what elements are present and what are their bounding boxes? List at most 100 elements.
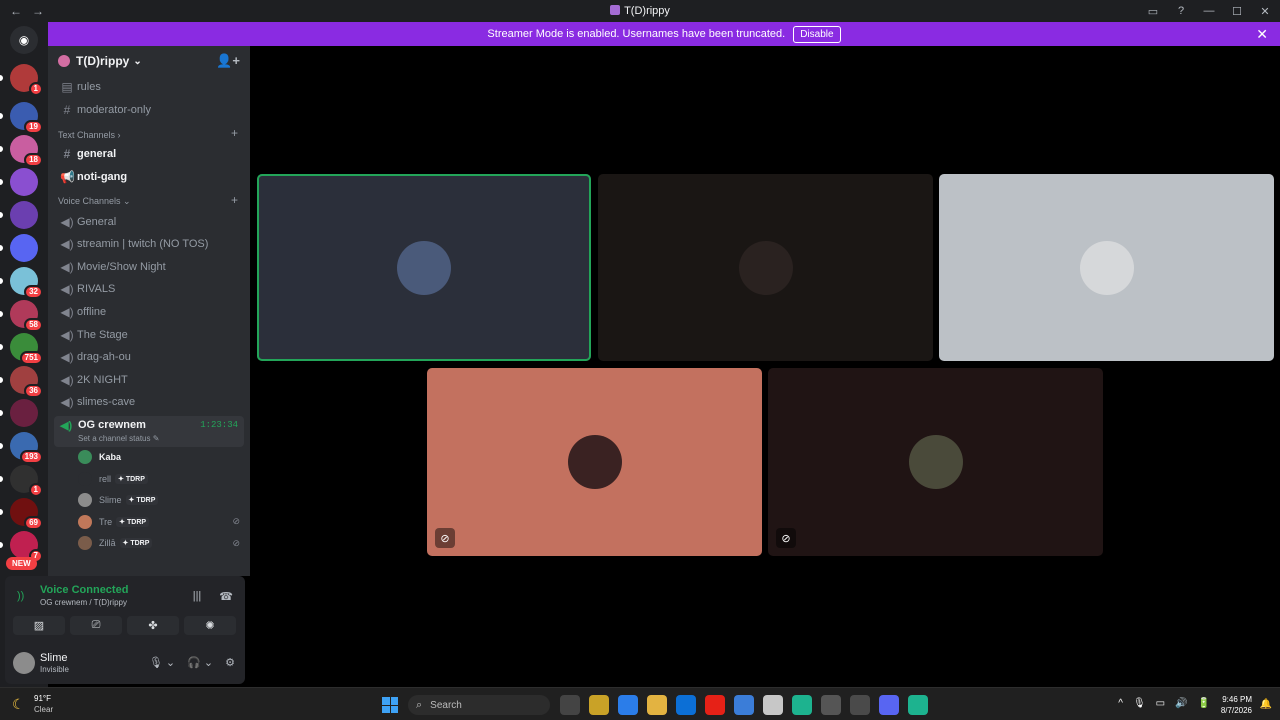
windows-start-icon[interactable] [382,697,398,713]
username[interactable]: Slime [40,652,68,664]
voice-connected-label[interactable]: Voice Connected [40,584,128,596]
taskbar-app-icon[interactable] [763,695,783,715]
minimize-button[interactable]: — [1202,5,1216,17]
taskbar-app-icon[interactable] [560,695,580,715]
signal-icon: )) [17,590,25,602]
noise-suppression-icon[interactable]: ||| [193,590,202,603]
clock[interactable]: 9:46 PM 8/7/2026 [1221,694,1252,716]
camera-button[interactable]: ▨ [13,616,65,635]
taskbar-app-icon[interactable] [618,695,638,715]
video-tile[interactable] [257,174,591,361]
invite-icon[interactable]: 👤+ [216,53,240,69]
taskbar-app-icon[interactable] [908,695,928,715]
taskbar-app-icon[interactable] [647,695,667,715]
channel-slimes-cave[interactable]: ◀) slimes-cave [48,391,250,414]
close-window-button[interactable]: ✕ [1258,5,1272,18]
taskbar-app-icon[interactable] [705,695,725,715]
server-icon[interactable] [10,399,38,427]
close-icon[interactable]: ✕ [1256,26,1268,43]
server-icon[interactable]: 7 [10,531,43,563]
avatar [78,514,92,529]
unread-pill [0,344,3,350]
settings-icon[interactable]: ⚙ [225,656,235,669]
mention-badge: 1 [28,82,43,96]
activities-button[interactable]: ✤ [127,616,179,635]
taskbar-app-icon[interactable] [734,695,754,715]
avatar[interactable] [13,652,35,674]
voice-channel-path[interactable]: OG crewnem / T(D)rippy [40,598,127,607]
notification-icon[interactable]: 🔔 [1260,699,1272,710]
screen-share-button[interactable]: ⎚ [70,616,122,635]
video-tile[interactable] [598,174,933,361]
taskbar-app-icon[interactable] [792,695,812,715]
server-icon[interactable] [10,234,38,262]
server-icon[interactable]: 1 [10,64,43,96]
avatar [78,471,92,486]
voice-member[interactable]: Slime ✦ TDRP [48,490,250,512]
channel-movie-show-night[interactable]: ◀) Movie/Show Night [48,256,250,279]
taskbar-app-icon[interactable] [850,695,870,715]
channel-name: noti-gang [77,171,128,184]
channel-drag-ah-ou[interactable]: ◀) drag-ah-ou [48,346,250,369]
server-icon[interactable]: 58 [10,300,43,332]
discord-home-icon[interactable]: ◉ [10,26,38,54]
channel-rivals[interactable]: ◀) RIVALS [48,278,250,301]
mic-icon[interactable]: 🎙 ⌄ [149,656,175,669]
channel-general[interactable]: ◀) General [48,210,250,233]
display-icon[interactable]: ▭ [1156,698,1165,709]
add-channel-icon[interactable]: + [231,193,238,207]
channel-general[interactable]: # general [48,143,250,166]
inbox-icon[interactable]: ▭ [1146,5,1160,18]
channel-status-link[interactable]: Set a channel status ✎ [78,434,238,443]
maximize-button[interactable]: ☐ [1230,5,1244,18]
video-tile[interactable] [939,174,1274,361]
server-icon[interactable]: 36 [10,366,43,398]
taskbar-app-icon[interactable] [821,695,841,715]
volume-icon[interactable]: 🔊 [1175,698,1187,709]
server-icon[interactable] [10,201,38,229]
channel-offline[interactable]: ◀) offline [48,301,250,324]
forward-icon[interactable]: → [32,4,44,18]
voice-member[interactable]: Tre ✦ TDRP ⊘ [48,511,250,533]
channel-moderator-only[interactable]: # moderator-only [48,99,250,122]
user-status: Invisible [40,665,69,674]
voice-member[interactable]: Zillā ✦ TDRP ⊘ [48,533,250,555]
taskbar-app-icon[interactable] [879,695,899,715]
tray-chevron-icon[interactable]: ^ [1118,698,1123,709]
voice-member[interactable]: rell ✦ TDRP [48,468,250,490]
taskbar-app-icon[interactable] [589,695,609,715]
headset-icon[interactable]: 🎧 ⌄ [187,656,213,669]
disable-button[interactable]: Disable [793,25,841,43]
active-voice-channel[interactable]: ◀) OG crewnem 1:23:34 Set a channel stat… [54,415,244,447]
channel-rules[interactable]: ▤ rules [48,76,250,99]
channel-streamin-twitch-no-tos-[interactable]: ◀) streamin | twitch (NO TOS) [48,233,250,256]
help-icon[interactable]: ? [1174,5,1188,17]
channel-the-stage[interactable]: ◀) The Stage [48,323,250,346]
channel-2k-night[interactable]: ◀) 2K NIGHT [48,369,250,392]
clock-date: 8/7/2026 [1220,706,1252,715]
participant-avatar [738,240,793,295]
soundboard-button[interactable]: ✺ [184,616,236,635]
voice-channels-category[interactable]: Voice Channels ⌄ + [48,188,250,210]
taskbar-search[interactable]: ⌕ Search [408,695,550,715]
server-icon[interactable]: 18 [10,135,43,167]
battery-icon[interactable]: 🔋 [1198,698,1210,709]
taskbar-app-icon[interactable] [676,695,696,715]
server-icon[interactable]: 32 [10,267,43,299]
back-icon[interactable]: ← [10,4,22,18]
add-channel-icon[interactable]: + [231,126,238,140]
server-icon[interactable]: 193 [10,432,43,464]
server-icon[interactable]: 69 [10,498,43,530]
disconnect-icon[interactable]: ☎ [219,590,233,603]
mic-tray-icon[interactable]: 🎙 [1133,698,1146,709]
guild-header[interactable]: T(D)rippy ⌄ 👤+ [48,46,250,76]
video-tile[interactable]: ⊘ [768,368,1103,556]
server-icon[interactable] [10,168,38,196]
text-channels-category[interactable]: Text Channels › + [48,121,250,143]
video-tile[interactable]: ⊘ [427,368,762,556]
voice-member[interactable]: Kaba [48,447,250,469]
server-icon[interactable]: 751 [10,333,43,365]
channel-noti-gang[interactable]: 📢 noti-gang [48,166,250,189]
server-icon[interactable]: 1 [10,465,43,497]
server-icon[interactable]: 19 [10,102,43,134]
